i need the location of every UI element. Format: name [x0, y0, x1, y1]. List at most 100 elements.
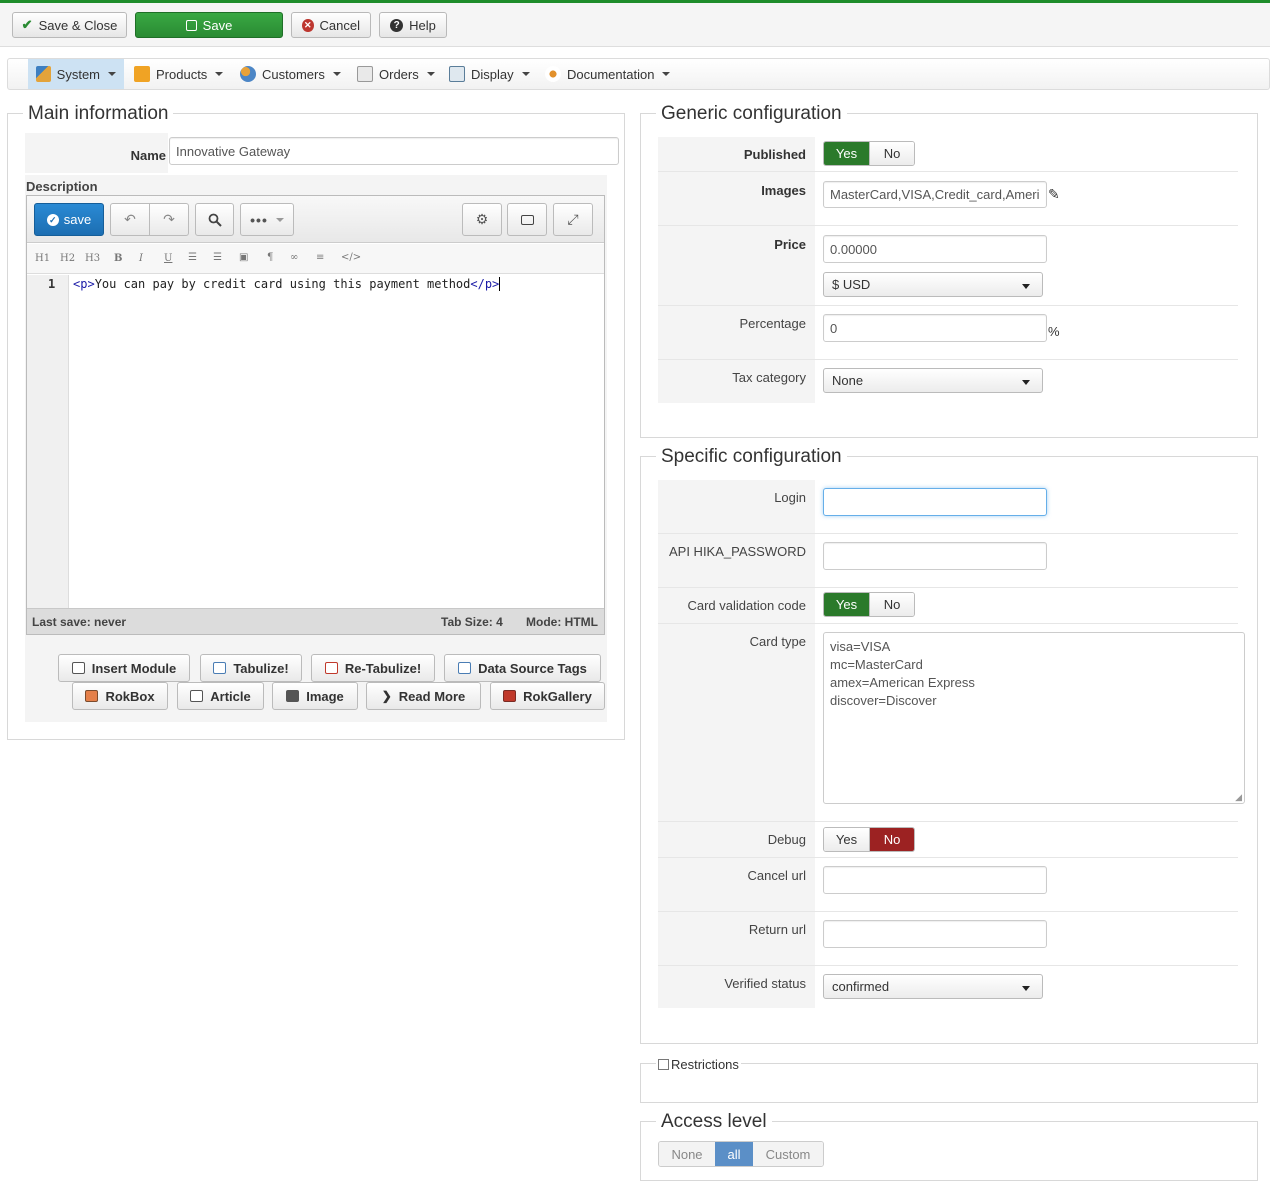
password-label: API HIKA_PASSWORD — [668, 544, 806, 559]
resize-handle-icon[interactable]: ◢ — [1235, 792, 1242, 803]
restrictions-checkbox[interactable] — [658, 1059, 669, 1070]
insert-module-button[interactable]: Insert Module — [58, 654, 190, 682]
menu-system[interactable]: System — [28, 59, 124, 89]
line-number: 1 — [48, 277, 56, 291]
verified-status-label: Verified status — [724, 976, 806, 991]
image-icon[interactable]: ▣ — [239, 252, 248, 263]
access-none[interactable]: None — [659, 1142, 715, 1166]
gear-icon: ⚙ — [475, 211, 489, 227]
h2-button[interactable]: H2 — [60, 253, 75, 264]
menu-products[interactable]: Products — [126, 59, 231, 89]
paragraph-icon[interactable]: ¶ — [267, 252, 273, 263]
h3-button[interactable]: H3 — [85, 253, 100, 264]
data-source-tags-button[interactable]: Data Source Tags — [444, 654, 601, 682]
rokgallery-button[interactable]: RokGallery — [490, 682, 605, 710]
bold-button[interactable]: B — [114, 253, 122, 264]
card-validation-yes[interactable]: Yes — [824, 593, 869, 616]
redo-button[interactable]: ↷ — [149, 203, 189, 236]
images-label: Images — [761, 183, 806, 198]
currency-select[interactable]: $ USD — [823, 272, 1043, 297]
chevron-down-icon: ❯ — [381, 689, 392, 703]
card-validation-no[interactable]: No — [869, 593, 914, 616]
access-all[interactable]: all — [715, 1142, 753, 1166]
published-yes[interactable]: Yes — [824, 142, 869, 165]
verified-status-select[interactable]: confirmed — [823, 974, 1043, 999]
settings-button[interactable]: ⚙ — [462, 203, 502, 236]
debug-no[interactable]: No — [869, 828, 914, 851]
undo-icon: ↶ — [124, 211, 136, 227]
images-input[interactable]: MasterCard,VISA,Credit_card,Ameri — [823, 181, 1047, 208]
menu-documentation[interactable]: Documentation — [537, 59, 678, 89]
article-button[interactable]: Article — [177, 682, 264, 710]
search-button[interactable] — [195, 203, 234, 236]
card-type-textarea[interactable]: visa=VISA mc=MasterCard amex=American Ex… — [823, 632, 1245, 804]
name-input[interactable]: Innovative Gateway — [169, 137, 619, 165]
main-information-legend: Main information — [23, 103, 174, 125]
description-label: Description — [26, 179, 98, 194]
save-close-button[interactable]: ✔ Save & Close — [12, 12, 127, 38]
specific-configuration-legend: Specific configuration — [656, 446, 847, 468]
help-button[interactable]: ? Help — [379, 12, 447, 38]
read-more-button[interactable]: ❯ Read More — [366, 682, 481, 710]
format-bar: H1 H2 H3 B I U ☰ ☰ ▣ ¶ ∞ ≡ </> — [27, 244, 604, 274]
re-tabulize-icon — [324, 662, 338, 674]
debug-label: Debug — [767, 832, 806, 847]
access-level-toggle: None all Custom — [658, 1141, 824, 1167]
rokbox-icon — [85, 690, 99, 702]
percentage-input[interactable]: 0 — [823, 314, 1047, 342]
ordered-list-icon[interactable]: ☰ — [188, 252, 197, 263]
keyboard-icon — [520, 214, 534, 225]
toolbar: ✔ Save & Close Save ✕ Cancel ? Help — [0, 0, 1270, 47]
rokbox-button[interactable]: RokBox — [72, 682, 168, 710]
login-input[interactable] — [823, 488, 1047, 516]
card-validation-toggle: Yes No — [823, 592, 915, 617]
italic-button[interactable]: I — [139, 253, 143, 264]
save-icon — [185, 19, 197, 31]
link-icon[interactable]: ∞ — [290, 252, 298, 263]
more-button[interactable]: ••• — [240, 203, 294, 236]
code-icon[interactable]: </> — [341, 252, 361, 263]
debug-yes[interactable]: Yes — [824, 828, 869, 851]
card-validation-label: Card validation code — [687, 598, 806, 613]
save-button[interactable]: Save — [135, 12, 283, 38]
image-button[interactable]: Image — [272, 682, 358, 710]
menu-customers[interactable]: Customers — [232, 59, 349, 89]
debug-toggle: Yes No — [823, 827, 915, 852]
unordered-list-icon[interactable]: ☰ — [213, 252, 222, 263]
code-line[interactable]: <p>You can pay by credit card using this… — [73, 277, 501, 291]
password-input[interactable] — [823, 542, 1047, 570]
menu-display[interactable]: Display — [441, 59, 538, 89]
hr-icon[interactable]: ≡ — [316, 252, 324, 263]
published-toggle: Yes No — [823, 141, 915, 166]
price-input[interactable]: 0.00000 — [823, 235, 1047, 263]
published-no[interactable]: No — [869, 142, 914, 165]
restrictions-fieldset: Restrictions — [640, 1057, 1258, 1103]
pencil-icon[interactable]: ✎ — [1048, 186, 1060, 203]
return-url-input[interactable] — [823, 920, 1047, 948]
undo-button[interactable]: ↶ — [110, 203, 150, 236]
more-icon: ••• — [250, 211, 268, 228]
tools-icon — [36, 66, 51, 82]
editor-save-button[interactable]: ✓ save — [34, 203, 104, 236]
h1-button[interactable]: H1 — [35, 253, 50, 264]
tab-size-status: Tab Size: 4 — [441, 615, 503, 629]
data-source-icon — [458, 662, 472, 674]
restrictions-label: Restrictions — [671, 1057, 739, 1072]
access-custom[interactable]: Custom — [753, 1142, 823, 1166]
chevron-down-icon — [1022, 380, 1030, 385]
menu-bar: System Products Customers Orders Display… — [7, 58, 1270, 90]
underline-button[interactable]: U — [164, 253, 172, 264]
editor-status-bar: Last save: never Tab Size: 4 Mode: HTML — [27, 608, 604, 634]
tax-category-select[interactable]: None — [823, 368, 1043, 393]
menu-orders[interactable]: Orders — [349, 59, 443, 89]
tabulize-button[interactable]: Tabulize! — [200, 654, 302, 682]
chevron-down-icon — [1022, 986, 1030, 991]
re-tabulize-button[interactable]: Re-Tabulize! — [311, 654, 435, 682]
help-icon: ? — [390, 18, 404, 32]
cancel-url-input[interactable] — [823, 866, 1047, 894]
fullscreen-button[interactable]: ⤢ — [553, 203, 593, 236]
cancel-button[interactable]: ✕ Cancel — [291, 12, 371, 38]
mode-status: Mode: HTML — [526, 615, 598, 629]
keyboard-button[interactable] — [507, 203, 547, 236]
check-circle-icon: ✓ — [46, 213, 59, 226]
